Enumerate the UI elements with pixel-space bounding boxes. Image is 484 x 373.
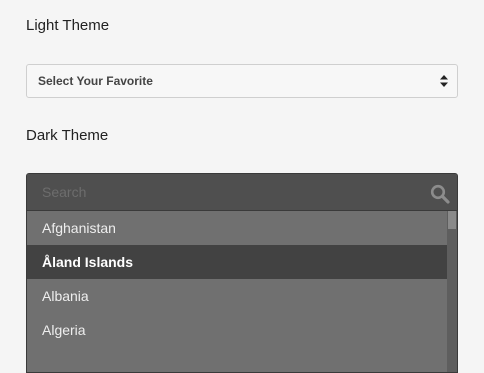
option-list: Afghanistan Åland Islands Albania Algeri… — [27, 211, 447, 372]
dark-theme-dropdown[interactable]: Afghanistan Åland Islands Albania Algeri… — [26, 173, 458, 373]
option-item[interactable]: Albania — [27, 279, 447, 313]
dark-theme-label: Dark Theme — [26, 127, 109, 144]
light-theme-label: Light Theme — [26, 17, 110, 34]
light-theme-select[interactable]: Select Your Favorite — [26, 64, 458, 98]
light-select-value: Select Your Favorite — [38, 74, 153, 88]
scrollbar[interactable] — [447, 211, 457, 372]
option-item[interactable]: Afghanistan — [27, 211, 447, 245]
option-item-active[interactable]: Åland Islands — [27, 245, 447, 279]
scrollbar-thumb[interactable] — [448, 211, 456, 229]
dark-search-bar — [27, 174, 457, 211]
option-item[interactable]: Algeria — [27, 313, 447, 347]
search-icon[interactable] — [430, 184, 450, 204]
search-input[interactable] — [27, 174, 457, 210]
up-down-arrows-icon — [440, 75, 448, 87]
